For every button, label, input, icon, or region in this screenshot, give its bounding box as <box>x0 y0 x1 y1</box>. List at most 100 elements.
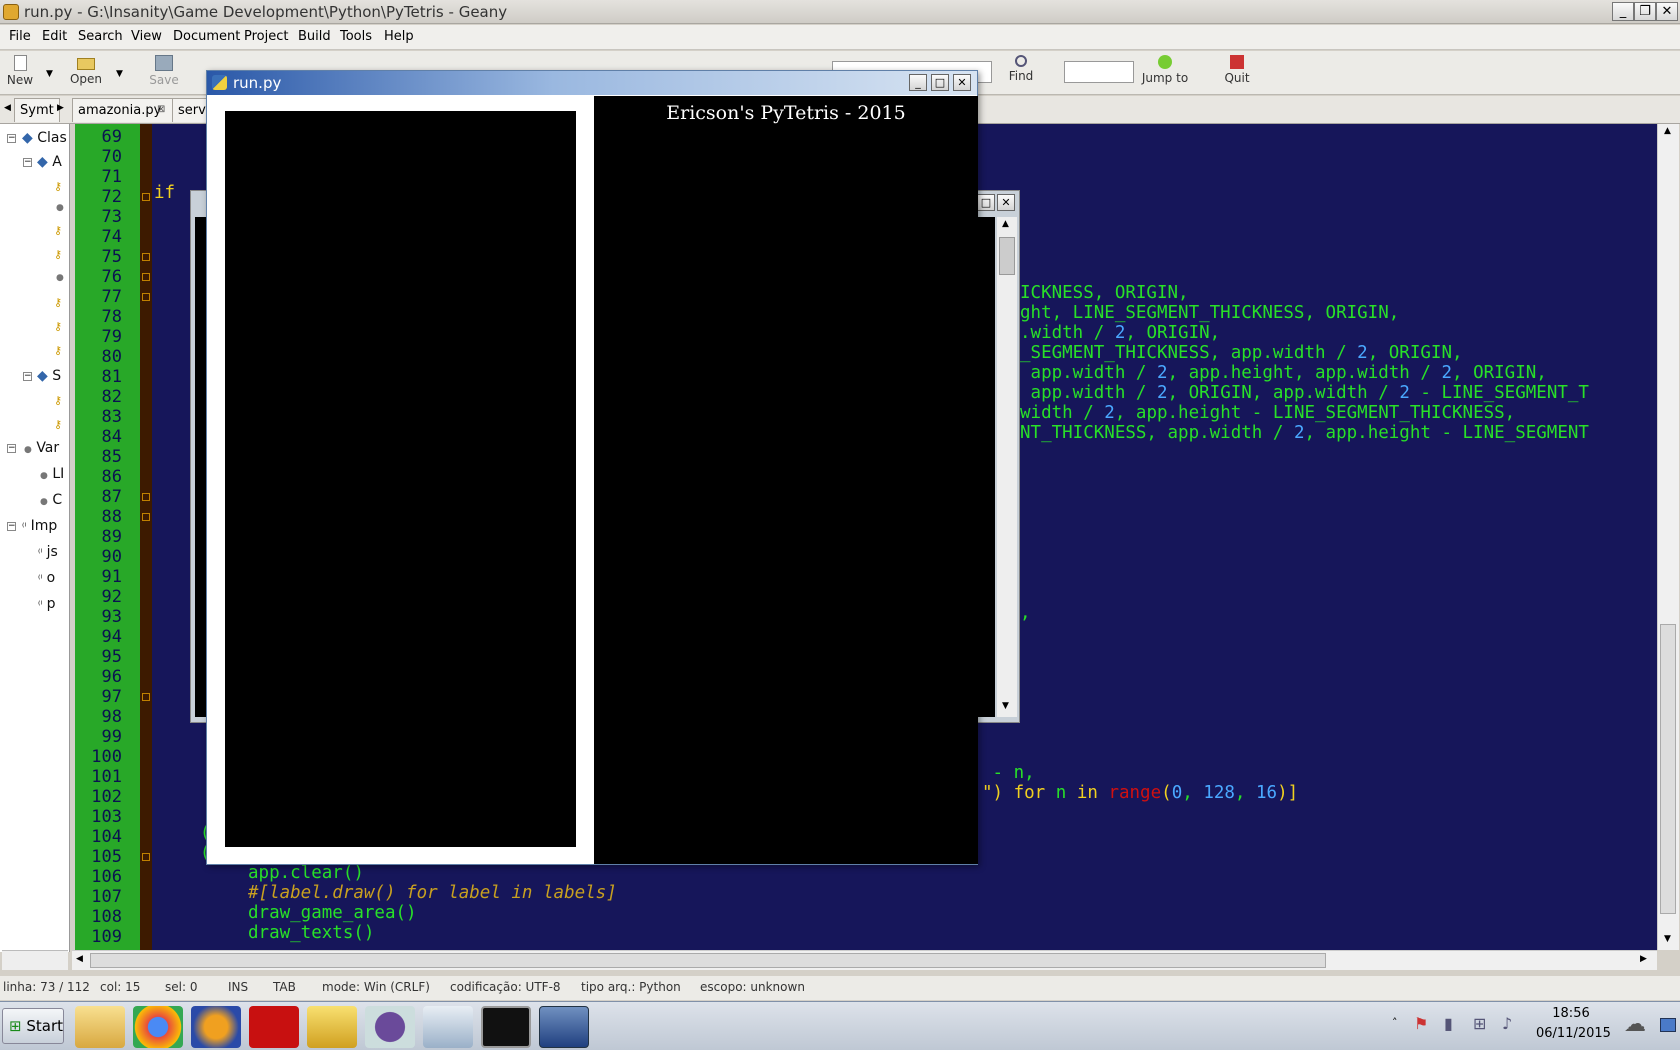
menu-view[interactable]: View <box>131 29 162 44</box>
cmd-icon[interactable] <box>481 1006 531 1048</box>
tab-symbols[interactable]: Symt <box>14 98 60 122</box>
new-dropdown-icon[interactable]: ▼ <box>46 69 53 79</box>
tree-variables[interactable]: ● Var <box>24 440 59 456</box>
calculator-icon[interactable] <box>423 1006 473 1048</box>
method-icon[interactable]: ⚷ <box>54 344 62 357</box>
scroll-right-icon[interactable]: ▶ <box>1640 954 1647 964</box>
fold-marker-icon[interactable] <box>142 693 150 701</box>
volume-icon[interactable]: ♪ <box>1502 1014 1512 1033</box>
network-icon[interactable]: ▮ <box>1444 1014 1453 1033</box>
save-button[interactable]: Save <box>146 51 182 87</box>
tray-expand-icon[interactable]: ˄ <box>1392 1016 1398 1029</box>
sidebar-hscroll[interactable] <box>2 950 68 970</box>
acrobat-icon[interactable] <box>249 1006 299 1048</box>
scroll-up-icon[interactable]: ▲ <box>1002 219 1009 229</box>
tree-import-p[interactable]: ⁽ˡ p <box>38 596 55 612</box>
tree-class-a[interactable]: ◆ A <box>37 154 62 170</box>
tab-scroll-left-icon[interactable]: ◀ <box>4 103 11 113</box>
window-titlebar[interactable]: run.py - G:\Insanity\Game Development\Py… <box>0 0 1680 24</box>
scroll-left-icon[interactable]: ◀ <box>76 954 83 964</box>
explorer-icon[interactable] <box>75 1006 125 1048</box>
fold-marker-icon[interactable] <box>142 253 150 261</box>
method-icon[interactable]: ⚷ <box>54 418 62 431</box>
game-window-titlebar[interactable]: run.py _ □ ✕ <box>207 71 977 95</box>
scroll-down-icon[interactable]: ▼ <box>1002 701 1009 711</box>
start-button[interactable]: ⊞ Start <box>2 1008 64 1044</box>
fold-marker-icon[interactable] <box>142 293 150 301</box>
open-button[interactable]: Open <box>68 51 104 86</box>
game-maximize-button[interactable]: □ <box>931 74 949 91</box>
console-maximize-button[interactable]: □ <box>977 194 995 211</box>
console-scrollbar[interactable]: ▲ ▼ <box>997 217 1017 717</box>
method-icon[interactable]: ⚷ <box>54 248 62 261</box>
scroll-thumb[interactable] <box>1660 624 1676 914</box>
jump-to-button[interactable]: Jump to <box>1140 51 1190 85</box>
scroll-thumb[interactable] <box>999 237 1015 275</box>
tab-close-icon[interactable]: ⊠ <box>157 104 165 115</box>
tree-imports[interactable]: ⁽ˡ Imp <box>22 518 57 534</box>
method-icon[interactable]: ⚷ <box>54 320 62 333</box>
expander-icon[interactable]: − <box>7 522 16 531</box>
quit-button[interactable]: Quit <box>1220 51 1254 85</box>
method-icon[interactable]: ⚷ <box>54 180 62 193</box>
game-close-button[interactable]: ✕ <box>953 74 971 91</box>
expander-icon[interactable]: − <box>23 158 32 167</box>
tree-var-c[interactable]: ● C <box>40 492 62 508</box>
game-window[interactable]: run.py _ □ ✕ Ericson's PyTetris - 2015 <box>206 70 978 865</box>
windows-update-icon[interactable]: ⊞ <box>1473 1014 1486 1033</box>
firefox-icon[interactable] <box>191 1006 241 1048</box>
method-icon[interactable]: ⚷ <box>54 224 62 237</box>
find-button[interactable]: Find <box>1003 51 1039 83</box>
fold-marker-icon[interactable] <box>142 273 150 281</box>
fold-marker-icon[interactable] <box>142 853 150 861</box>
method-icon[interactable]: ⚷ <box>54 296 62 309</box>
hscroll-thumb[interactable] <box>90 953 1326 968</box>
tree-class-s[interactable]: ◆ S <box>37 368 61 384</box>
menu-search[interactable]: Search <box>78 29 123 44</box>
tab-scroll-right-icon[interactable]: ▶ <box>57 103 64 113</box>
menu-file[interactable]: File <box>9 29 31 44</box>
editor-vscrollbar[interactable]: ▲ ▼ <box>1657 124 1679 950</box>
fold-marker-icon[interactable] <box>142 193 150 201</box>
action-center-flag-icon[interactable]: ⚑ <box>1414 1014 1428 1033</box>
github-icon[interactable] <box>365 1006 415 1048</box>
game-minimize-button[interactable]: _ <box>909 74 927 91</box>
python-taskbar-icon[interactable] <box>539 1006 589 1048</box>
geany-taskbar-icon[interactable] <box>307 1006 357 1048</box>
clock-time[interactable]: 18:56 <box>1536 1006 1606 1021</box>
menu-project[interactable]: Project <box>244 29 288 44</box>
menu-document[interactable]: Document <box>173 29 240 44</box>
tree-var-li[interactable]: ● LI <box>40 466 64 482</box>
method-icon[interactable]: ⚷ <box>54 394 62 407</box>
fold-marker-icon[interactable] <box>142 513 150 521</box>
chrome-icon[interactable] <box>133 1006 183 1048</box>
close-button[interactable]: ✕ <box>1656 2 1678 21</box>
expander-icon[interactable]: − <box>7 444 16 453</box>
member-icon[interactable]: ● <box>56 273 64 283</box>
restore-button[interactable]: ❐ <box>1634 2 1656 21</box>
expander-icon[interactable]: − <box>7 134 16 143</box>
show-desktop-icon[interactable] <box>1660 1018 1676 1032</box>
clock-date[interactable]: 06/11/2015 <box>1536 1026 1611 1041</box>
console-close-button[interactable]: ✕ <box>997 194 1015 211</box>
expander-icon[interactable]: − <box>23 372 32 381</box>
menu-help[interactable]: Help <box>384 29 414 44</box>
minimize-button[interactable]: _ <box>1612 2 1634 21</box>
menu-edit[interactable]: Edit <box>42 29 67 44</box>
cloud-icon[interactable]: ☁ <box>1624 1012 1646 1037</box>
tab-server[interactable]: serv. <box>172 98 208 122</box>
menu-tools[interactable]: Tools <box>340 29 372 44</box>
tree-import-o[interactable]: ⁽ˡ o <box>38 570 55 586</box>
tab-amazonia[interactable]: amazonia.py <box>72 98 183 122</box>
open-dropdown-icon[interactable]: ▼ <box>116 69 123 79</box>
tree-classes[interactable]: ◆ Clas <box>22 130 67 146</box>
editor-hscrollbar[interactable]: ◀ ▶ <box>72 950 1657 970</box>
scroll-up-icon[interactable]: ▲ <box>1664 126 1671 136</box>
scroll-down-icon[interactable]: ▼ <box>1664 934 1671 944</box>
new-button[interactable]: New <box>4 51 36 87</box>
jump-line-input[interactable] <box>1064 61 1134 83</box>
menu-build[interactable]: Build <box>298 29 331 44</box>
member-icon[interactable]: ● <box>56 203 64 213</box>
fold-marker-icon[interactable] <box>142 493 150 501</box>
tree-import-js[interactable]: ⁽ˡ js <box>38 544 58 560</box>
